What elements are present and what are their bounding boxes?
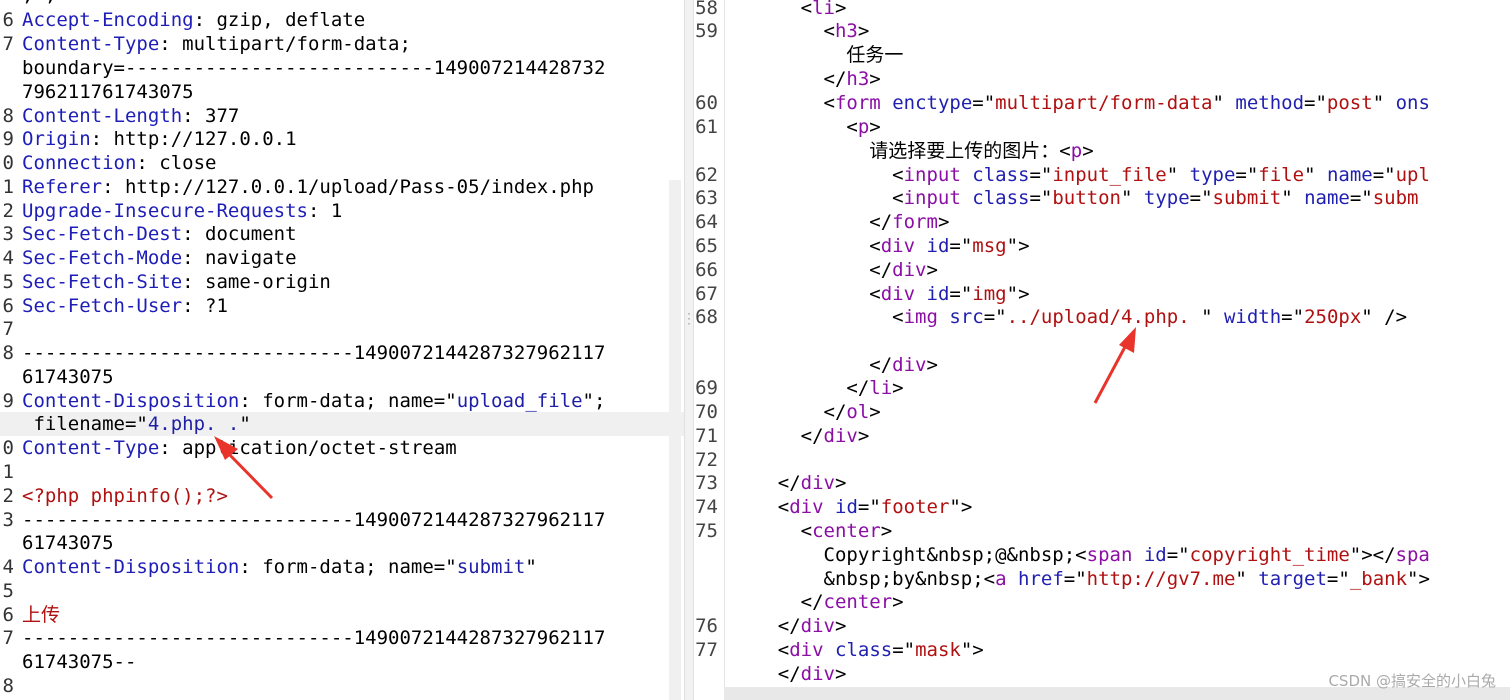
arrow-icon-right (1093, 327, 1136, 404)
csdn-watermark: CSDN @搞安全的小白兔 (1328, 672, 1496, 690)
arrow-icon-left (214, 436, 274, 500)
annotation-arrows (214, 327, 1136, 500)
